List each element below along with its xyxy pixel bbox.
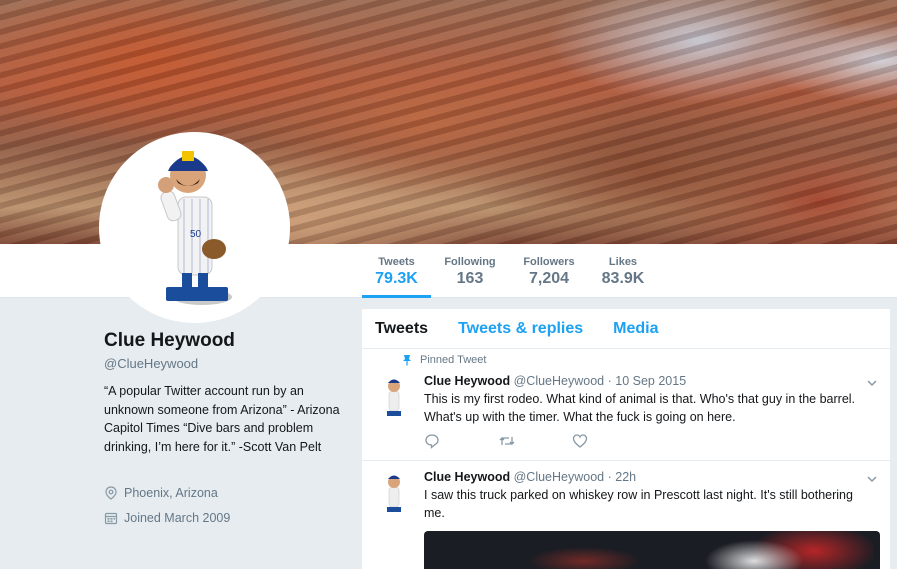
svg-text:50: 50 <box>190 229 202 240</box>
pinned-tweet[interactable]: Pinned Tweet Clue Heywood @ClueHeywood ·… <box>362 349 890 461</box>
pin-icon <box>403 355 411 366</box>
like-icon[interactable] <box>572 433 592 449</box>
stat-likes[interactable]: Likes 83.9K <box>597 244 649 298</box>
chevron-down-icon[interactable] <box>866 377 878 389</box>
tweet-media-image[interactable] <box>424 531 880 569</box>
profile-joined: Joined March 2009 <box>104 511 230 525</box>
stat-followers[interactable]: Followers 7,204 <box>517 244 581 298</box>
tweet-actions <box>424 433 592 449</box>
tweet-header: Clue Heywood @ClueHeywood · 10 Sep 2015 <box>424 374 686 388</box>
tweet-text: I saw this truck parked on whiskey row i… <box>424 488 853 520</box>
retweet-icon[interactable] <box>498 433 518 449</box>
location-text: Phoenix, Arizona <box>124 486 218 500</box>
stat-label: Following <box>444 256 496 268</box>
chevron-down-icon[interactable] <box>866 473 878 485</box>
timeline: Tweets Tweets & replies Media Pinned Twe… <box>362 309 890 569</box>
tweet-author-handle[interactable]: @ClueHeywood <box>514 470 605 484</box>
stat-label: Likes <box>608 256 638 268</box>
pinned-label: Pinned Tweet <box>420 354 487 366</box>
reply-icon[interactable] <box>424 433 444 449</box>
tab-tweets-replies[interactable]: Tweets & replies <box>458 320 583 338</box>
tab-media[interactable]: Media <box>613 320 658 338</box>
stat-label: Tweets <box>378 256 415 268</box>
profile-handle[interactable]: @ClueHeywood <box>104 356 198 371</box>
tweet-author-handle[interactable]: @ClueHeywood <box>514 374 605 388</box>
profile-name[interactable]: Clue Heywood <box>104 330 235 352</box>
timeline-tabs: Tweets Tweets & replies Media <box>362 309 890 349</box>
tweet-header: Clue Heywood @ClueHeywood · 22h <box>424 470 636 484</box>
stat-tweets[interactable]: Tweets 79.3K <box>362 244 431 298</box>
bobblehead-image: 50 <box>158 151 232 305</box>
tweet-author-name[interactable]: Clue Heywood <box>424 374 510 388</box>
tweet-text: This is my first rodeo. What kind of ani… <box>424 392 856 424</box>
stat-value: 7,204 <box>528 270 570 287</box>
calendar-icon <box>104 512 118 525</box>
tab-tweets[interactable]: Tweets <box>375 320 428 338</box>
tweet-timestamp[interactable]: · 22h <box>608 470 637 484</box>
joined-text: Joined March 2009 <box>124 511 231 525</box>
location-icon <box>105 486 117 500</box>
tweet-avatar[interactable] <box>379 471 409 515</box>
avatar[interactable]: 50 <box>104 137 285 318</box>
stat-value: 83.9K <box>601 270 645 287</box>
profile-bio: “A popular Twitter account run by an unk… <box>104 384 340 454</box>
profile-location: Phoenix, Arizona <box>104 486 218 500</box>
stat-label: Followers <box>523 256 575 268</box>
tweet-author-name[interactable]: Clue Heywood <box>424 470 510 484</box>
pinned-indicator: Pinned Tweet <box>402 354 486 366</box>
stat-value: 163 <box>456 270 484 287</box>
tweet-timestamp[interactable]: · 10 Sep 2015 <box>608 374 687 388</box>
stat-value: 79.3K <box>375 270 418 287</box>
tweet-avatar[interactable] <box>379 375 409 419</box>
stat-following[interactable]: Following 163 <box>439 244 501 298</box>
